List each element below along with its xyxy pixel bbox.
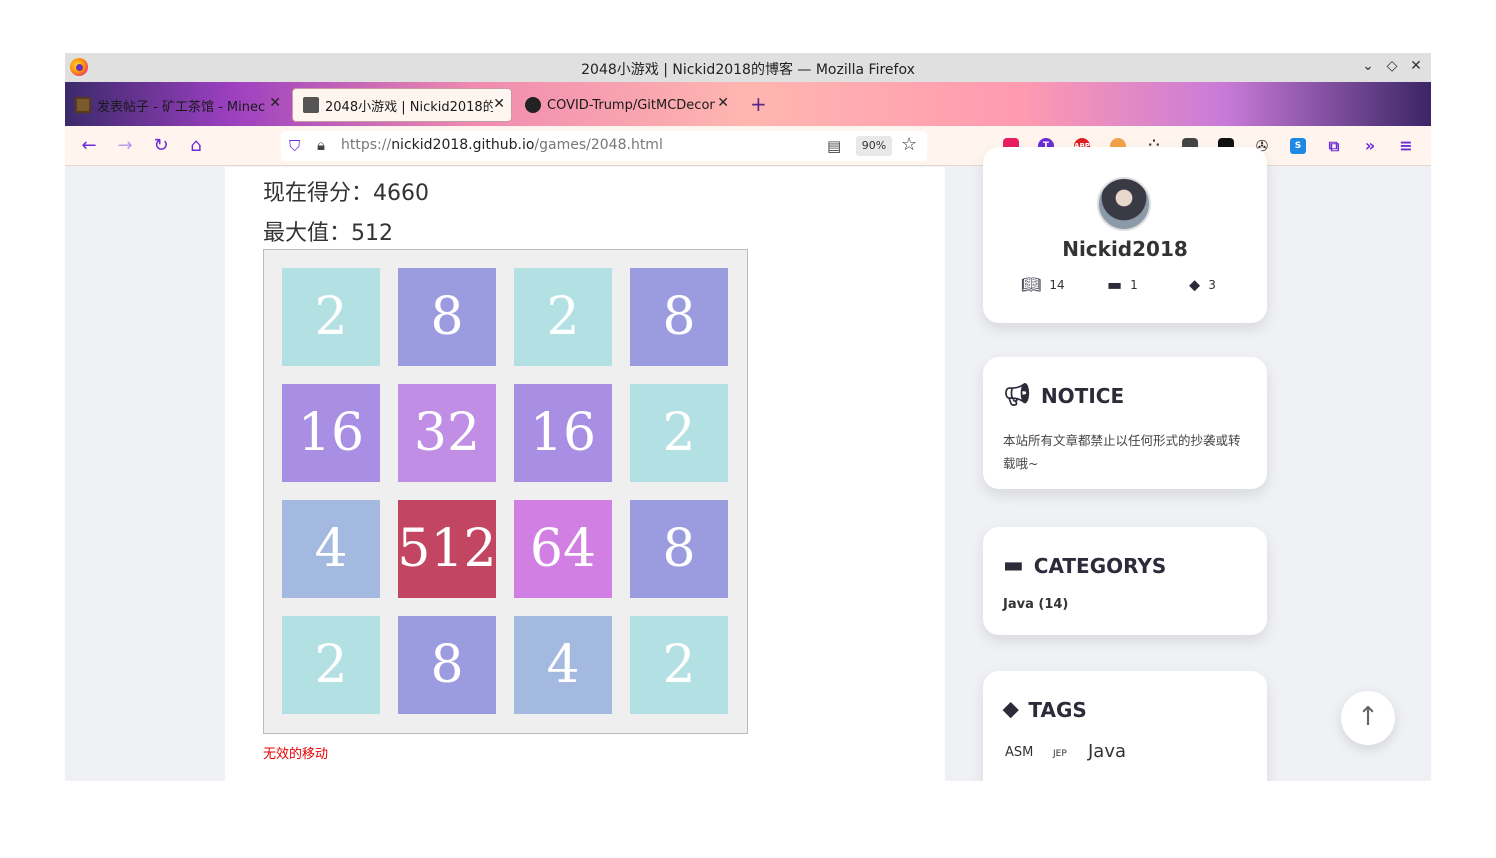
tags-card: ⬥ TAGS ASM JEP Java bbox=[983, 671, 1267, 781]
tile-2-3: 8 bbox=[630, 500, 728, 598]
notice-card: 📢︎ NOTICE 本站所有文章都禁止以任何形式的抄袭或转载哦~ bbox=[983, 357, 1267, 489]
categories-count[interactable]: ▬ 1 bbox=[1107, 275, 1138, 294]
close-tab-icon[interactable]: ✕ bbox=[493, 96, 505, 112]
profile-card: Nickid2018 📖︎ 14 ▬ 1 ⬥ 3 bbox=[983, 147, 1267, 323]
close-tab-icon[interactable]: ✕ bbox=[717, 95, 729, 111]
tile-3-1: 8 bbox=[398, 616, 496, 714]
game-board[interactable]: 2 8 2 8 16 32 16 2 4 512 64 8 2 8 4 2 bbox=[263, 249, 748, 734]
categorys-card: ▬ CATEGORYS Java (14) bbox=[983, 527, 1267, 635]
tile-2-0: 4 bbox=[282, 500, 380, 598]
tile-2-1: 512 bbox=[397, 500, 497, 598]
overflow-chevron-icon[interactable]: » bbox=[1362, 138, 1378, 154]
forward-icon[interactable]: → bbox=[113, 134, 137, 158]
tab-label: 2048小游戏 | Nickid2018的博客 bbox=[325, 99, 493, 115]
megaphone-icon: 📢︎ bbox=[1003, 383, 1031, 408]
posts-count[interactable]: 📖︎ 14 bbox=[1021, 275, 1065, 294]
tab-2048-game[interactable]: 2048小游戏 | Nickid2018的博客 ✕ bbox=[292, 88, 512, 122]
hamburger-menu-icon[interactable]: ≡ bbox=[1398, 138, 1414, 154]
avatar[interactable] bbox=[1097, 177, 1151, 231]
max-tile-label: 最大值：512 bbox=[263, 221, 393, 246]
status-message: 无效的移动 bbox=[263, 747, 329, 762]
profile-name[interactable]: Nickid2018 bbox=[983, 237, 1267, 261]
new-tab-button[interactable]: + bbox=[750, 92, 767, 116]
book-icon: 📖︎ bbox=[1021, 275, 1042, 294]
back-icon[interactable]: ← bbox=[77, 134, 101, 158]
browser-window: 2048小游戏 | Nickid2018的博客 — Mozilla Firefo… bbox=[65, 53, 1431, 781]
tags-heading: ⬥ TAGS bbox=[1003, 697, 1087, 722]
minimize-icon[interactable]: ⌄ bbox=[1360, 58, 1376, 74]
lock-icon[interactable]: 🔒︎ bbox=[317, 136, 325, 154]
shield-icon[interactable]: ⛉ bbox=[289, 137, 305, 155]
window-title: 2048小游戏 | Nickid2018的博客 — Mozilla Firefo… bbox=[581, 62, 915, 78]
folder-icon: ▬ bbox=[1003, 553, 1024, 578]
title-bar: 2048小游戏 | Nickid2018的博客 — Mozilla Firefo… bbox=[65, 53, 1431, 82]
github-icon bbox=[525, 97, 541, 113]
close-window-icon[interactable]: ✕ bbox=[1408, 58, 1424, 74]
tile-0-0: 2 bbox=[282, 268, 380, 366]
tile-1-1: 32 bbox=[398, 384, 496, 482]
tab-strip: 发表帖子 - 矿工茶馆 - Minecraft ✕ 2048小游戏 | Nick… bbox=[65, 82, 1431, 126]
tile-1-0: 16 bbox=[282, 384, 380, 482]
extension-s-icon[interactable]: S bbox=[1290, 138, 1306, 154]
reload-icon[interactable]: ↻ bbox=[149, 134, 173, 158]
zoom-badge[interactable]: 90% bbox=[856, 136, 892, 156]
notice-text: 本站所有文章都禁止以任何形式的抄袭或转载哦~ bbox=[1003, 433, 1241, 471]
category-link[interactable]: Java (14) bbox=[1003, 597, 1068, 612]
folder-icon: ▬ bbox=[1107, 275, 1123, 294]
tile-0-1: 8 bbox=[398, 268, 496, 366]
tile-3-3: 2 bbox=[630, 616, 728, 714]
tag-java[interactable]: Java bbox=[1088, 741, 1126, 762]
page-content: 现在得分：4660 最大值：512 2 8 2 8 16 32 16 2 4 512 64 8 2 8 4 2… bbox=[65, 147, 1431, 781]
maximize-icon[interactable]: ◇ bbox=[1384, 58, 1400, 74]
bookmark-star-icon[interactable]: ☆ bbox=[901, 134, 917, 155]
tab-label: COVID-Trump/GitMCDecompiler bbox=[547, 97, 715, 113]
minecraft-block-icon bbox=[75, 97, 91, 113]
tab-label: 发表帖子 - 矿工茶馆 - Minecraft bbox=[97, 99, 265, 115]
reader-view-icon[interactable]: ▤ bbox=[827, 137, 841, 155]
notice-heading: 📢︎ NOTICE bbox=[1003, 383, 1125, 408]
tag-jep[interactable]: JEP bbox=[1053, 749, 1067, 759]
tile-3-2: 4 bbox=[514, 616, 612, 714]
home-icon[interactable]: ⌂ bbox=[184, 134, 208, 158]
extensions-puzzle-icon[interactable]: ⧉ bbox=[1326, 138, 1342, 154]
tab-forum[interactable]: 发表帖子 - 矿工茶馆 - Minecraft ✕ bbox=[65, 88, 287, 122]
tile-1-2: 16 bbox=[514, 384, 612, 482]
tile-0-2: 2 bbox=[514, 268, 612, 366]
tags-count[interactable]: ⬥ 3 bbox=[1189, 275, 1216, 295]
avatar-favicon-icon bbox=[303, 97, 319, 113]
back-to-top-button[interactable]: ↑ bbox=[1341, 691, 1395, 745]
tile-2-2: 64 bbox=[514, 500, 612, 598]
tile-3-0: 2 bbox=[282, 616, 380, 714]
categorys-heading: ▬ CATEGORYS bbox=[1003, 553, 1167, 578]
tag-asm[interactable]: ASM bbox=[1005, 745, 1033, 760]
game-card: 现在得分：4660 最大值：512 2 8 2 8 16 32 16 2 4 512 64 8 2 8 4 2… bbox=[225, 167, 945, 781]
score-label: 现在得分：4660 bbox=[263, 181, 429, 206]
tab-github[interactable]: COVID-Trump/GitMCDecompiler ✕ bbox=[515, 88, 735, 122]
tags-icon: ⬥ bbox=[1003, 697, 1019, 722]
tags-icon: ⬥ bbox=[1189, 275, 1201, 294]
close-tab-icon[interactable]: ✕ bbox=[269, 95, 281, 111]
tile-0-3: 8 bbox=[630, 268, 728, 366]
url-bar[interactable]: ⛉ 🔒︎ https://nickid2018.github.io/games/… bbox=[281, 131, 927, 161]
tile-1-3: 2 bbox=[630, 384, 728, 482]
url-text[interactable]: https://nickid2018.github.io/games/2048.… bbox=[341, 137, 663, 153]
